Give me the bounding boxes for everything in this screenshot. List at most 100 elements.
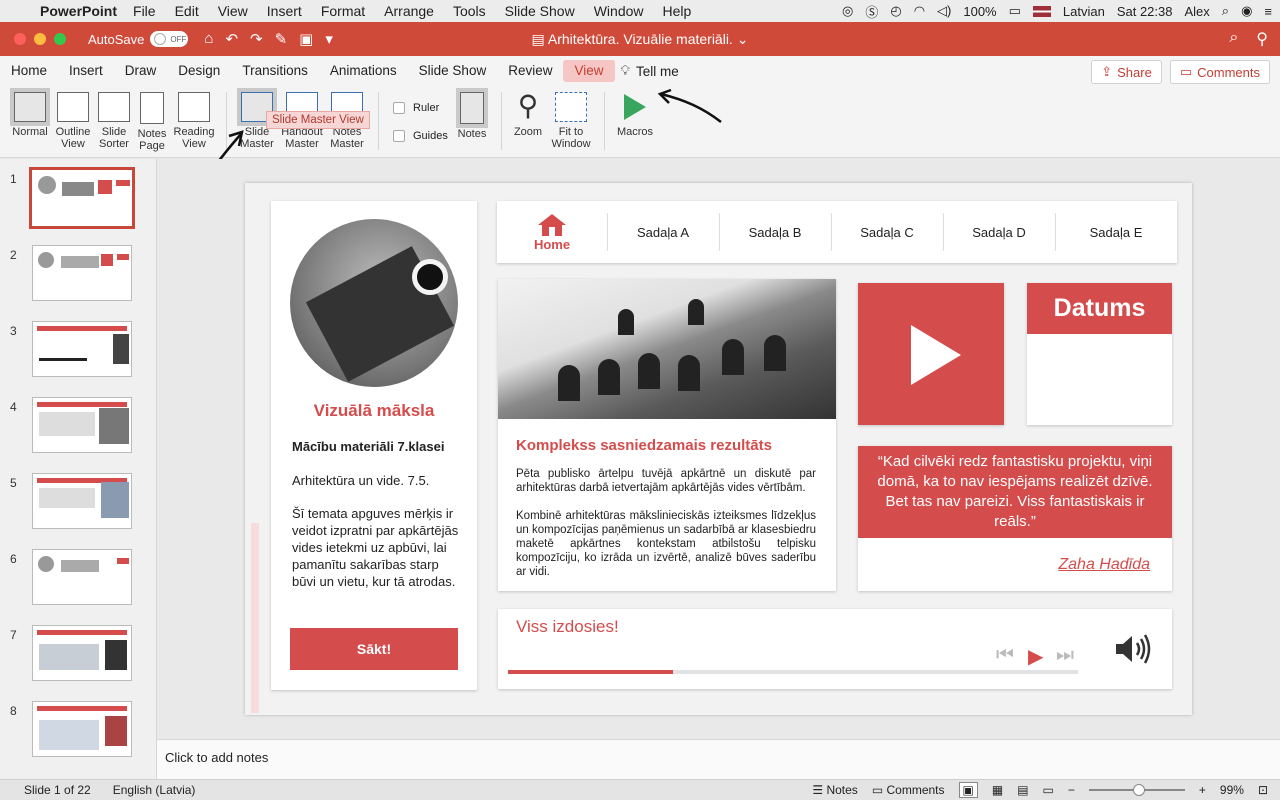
nav-section-e[interactable]: Sadaļa E xyxy=(1055,201,1177,263)
zoom-window-button[interactable] xyxy=(54,33,66,45)
menu-window[interactable]: Window xyxy=(594,3,644,19)
nav-section-b[interactable]: Sadaļa B xyxy=(719,201,831,263)
slide-thumbnail-1[interactable] xyxy=(29,167,135,229)
thumb-date xyxy=(117,254,129,260)
start-button[interactable]: Sākt! xyxy=(290,628,458,670)
status-bar: Slide 1 of 22 English (Latvia) ☰ Notes ▭… xyxy=(0,779,1280,800)
zoom-out-icon[interactable]: − xyxy=(1068,783,1075,797)
fit-to-window-icon xyxy=(555,92,587,122)
reading-view-icon[interactable]: ▤ xyxy=(1017,783,1028,797)
progress-track[interactable] xyxy=(508,670,1078,674)
tab-home[interactable]: Home xyxy=(0,60,58,82)
nav-section-c[interactable]: Sadaļa C xyxy=(831,201,943,263)
siri-icon[interactable]: ◉ xyxy=(1241,3,1252,19)
slide-thumbnail-8[interactable] xyxy=(32,701,132,757)
thumb-number: 5 xyxy=(10,476,17,490)
menu-arrange[interactable]: Arrange xyxy=(384,3,434,19)
tab-animations[interactable]: Animations xyxy=(319,60,408,82)
app-menu[interactable]: PowerPoint xyxy=(40,3,117,19)
comment-icon: ▭ xyxy=(871,783,887,797)
slide-counter: Slide 1 of 22 xyxy=(24,783,91,797)
menu-edit[interactable]: Edit xyxy=(175,3,199,19)
language-indicator[interactable]: English (Latvia) xyxy=(113,783,196,797)
home-icon[interactable]: ⌂ xyxy=(204,30,213,48)
play-icon[interactable]: ▶︎ xyxy=(1028,644,1043,669)
close-window-button[interactable] xyxy=(14,33,26,45)
ruler-checkbox[interactable]: Ruler xyxy=(393,102,439,114)
result-text-2: Kombinē arhitektūras mākslinieciskās izt… xyxy=(516,510,816,578)
slide-thumbnail-2[interactable] xyxy=(32,245,132,301)
menu-insert[interactable]: Insert xyxy=(267,3,302,19)
tab-insert[interactable]: Insert xyxy=(58,60,114,82)
battery-icon[interactable]: ▭ xyxy=(1009,3,1021,19)
menu-tools[interactable]: Tools xyxy=(453,3,486,19)
tab-slide-show[interactable]: Slide Show xyxy=(408,60,498,82)
macros-button[interactable]: Macros xyxy=(609,92,661,138)
wifi-icon[interactable]: ◠ xyxy=(914,3,925,19)
zoom-slider-knob[interactable] xyxy=(1132,784,1145,796)
menu-file[interactable]: File xyxy=(133,3,156,19)
comments-toggle[interactable]: ▭ Comments xyxy=(872,783,945,797)
s-app-icon[interactable]: Ⓢ xyxy=(865,2,878,21)
customize-toolbar-icon[interactable]: ▾ xyxy=(325,30,333,48)
notes-button[interactable]: Notes xyxy=(446,88,498,140)
normal-view-icon[interactable]: ▣ xyxy=(958,782,978,798)
menu-format[interactable]: Format xyxy=(321,3,365,19)
nav-home[interactable]: Home xyxy=(497,201,607,263)
menu-view[interactable]: View xyxy=(218,3,248,19)
video-play-button[interactable] xyxy=(858,283,1004,425)
autosave-toggle[interactable]: OFF xyxy=(150,31,189,47)
slideshow-icon[interactable]: ▭ xyxy=(1043,783,1054,797)
slide-thumbnail-7[interactable] xyxy=(32,625,132,681)
zoom-slider[interactable] xyxy=(1088,784,1185,796)
tab-transitions[interactable]: Transitions xyxy=(231,60,319,82)
comments-button[interactable]: ▭ Comments xyxy=(1169,60,1270,84)
time-machine-icon[interactable]: ◴ xyxy=(890,3,901,19)
minimize-window-button[interactable] xyxy=(34,33,46,45)
tab-view[interactable]: View xyxy=(563,60,615,82)
slide-thumbnail-5[interactable] xyxy=(32,473,132,529)
menu-help[interactable]: Help xyxy=(663,3,692,19)
notification-center-icon[interactable]: ≡ xyxy=(1264,4,1272,19)
undo-icon[interactable]: ↶ xyxy=(225,30,238,48)
zoom-level[interactable]: 99% xyxy=(1220,783,1244,797)
nav-section-d[interactable]: Sadaļa D xyxy=(943,201,1055,263)
tab-review[interactable]: Review xyxy=(497,60,563,82)
speaker-icon[interactable] xyxy=(1114,633,1154,665)
edit-icon[interactable]: ✎ xyxy=(275,30,288,48)
ruler-checkbox-box xyxy=(393,102,405,114)
user-name[interactable]: Alex xyxy=(1184,4,1209,19)
slide-sorter-icon[interactable]: ▦ xyxy=(992,783,1003,797)
window-title-bar: AutoSave OFF ⌂ ↶ ↷ ✎ ▣ ▾ ▤ Arhitektūra. … xyxy=(0,22,1280,56)
thumb-text xyxy=(39,412,95,436)
previous-track-icon[interactable]: ⏮︎ xyxy=(996,644,1014,667)
tab-draw[interactable]: Draw xyxy=(114,60,168,82)
zoom-in-icon[interactable]: + xyxy=(1199,783,1206,797)
input-source[interactable]: Latvian xyxy=(1063,4,1105,19)
clock[interactable]: Sat 22:38 xyxy=(1117,4,1173,19)
next-track-icon[interactable]: ⏭︎ xyxy=(1056,644,1074,667)
thumb-play xyxy=(98,180,112,194)
notes-placeholder: Click to add notes xyxy=(165,750,269,765)
save-icon[interactable]: ▣ xyxy=(299,30,313,48)
fit-to-window-button[interactable]: Fit to Window xyxy=(545,92,597,150)
current-slide[interactable]: Vizuālā māksla Mācību materiāli 7.klasei… xyxy=(245,183,1192,715)
tell-me[interactable]: 💡︎ Tell me xyxy=(621,63,679,79)
notes-pane[interactable]: Click to add notes xyxy=(157,739,1280,779)
spotlight-icon[interactable]: ⌕ xyxy=(1222,3,1229,19)
share-button[interactable]: ⇪ Share xyxy=(1091,60,1162,84)
slide-thumbnail-4[interactable] xyxy=(32,397,132,453)
slide-thumbnail-3[interactable] xyxy=(32,321,132,377)
slide-thumbnail-6[interactable] xyxy=(32,549,132,605)
share-person-icon[interactable]: ⚲ xyxy=(1256,29,1268,49)
fit-slide-icon[interactable]: ⊡ xyxy=(1258,783,1268,797)
tab-design[interactable]: Design xyxy=(167,60,231,82)
volume-icon[interactable]: ◁) xyxy=(937,3,951,19)
creative-cloud-icon[interactable]: ◎ xyxy=(842,3,853,19)
search-icon[interactable]: ⌕ xyxy=(1229,29,1238,49)
redo-icon[interactable]: ↷ xyxy=(250,30,263,48)
menu-slide-show[interactable]: Slide Show xyxy=(505,3,575,19)
guides-checkbox[interactable]: Guides xyxy=(393,130,448,142)
nav-section-a[interactable]: Sadaļa A xyxy=(607,201,719,263)
notes-toggle[interactable]: ☰ Notes xyxy=(812,783,857,797)
